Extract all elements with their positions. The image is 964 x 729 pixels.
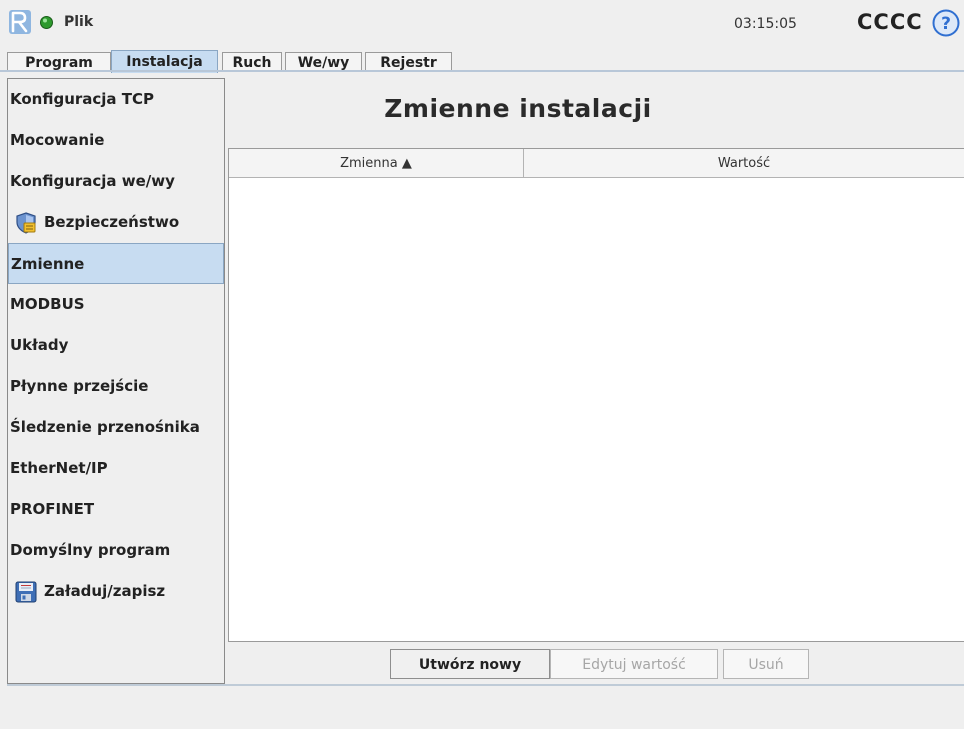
main-panel: Zmienne instalacji Zmienna ▲ Wartość Utw… — [228, 78, 964, 684]
tabs-divider — [0, 70, 964, 72]
top-bar: Plik 03:15:05 CCCC ? — [0, 0, 964, 48]
sidebar-item-konfiguracja-we-wy[interactable]: Konfiguracja we/wy — [8, 161, 224, 202]
clock: 03:15:05 — [734, 16, 797, 32]
sidebar-item-domyslny-program[interactable]: Domyślny program — [8, 530, 224, 571]
file-menu[interactable]: Plik — [64, 14, 93, 30]
column-header-wartosc[interactable]: Wartość — [524, 149, 964, 178]
tab-rejestr[interactable]: Rejestr — [365, 52, 452, 72]
edit-value-button[interactable]: Edytuj wartość — [550, 649, 718, 679]
delete-button[interactable]: Usuń — [723, 649, 809, 679]
tab-ruch[interactable]: Ruch — [222, 52, 282, 72]
tab-program[interactable]: Program — [7, 52, 111, 72]
sidebar-item-profinet[interactable]: PROFINET — [8, 489, 224, 530]
floppy-disk-icon — [15, 581, 37, 602]
sidebar-item-uklady[interactable]: Układy — [8, 325, 224, 366]
sidebar-item-sledzenie-przenosnika[interactable]: Śledzenie przenośnika — [8, 407, 224, 448]
create-new-button[interactable]: Utwórz nowy — [390, 649, 550, 679]
sidebar-item-plynne-przejscie[interactable]: Płynne przejście — [8, 366, 224, 407]
sidebar-item-label: Zmienne — [11, 255, 85, 273]
sidebar-item-label: EtherNet/IP — [10, 459, 108, 477]
robot-name: CCCC — [857, 10, 923, 34]
tab-we-wy[interactable]: We/wy — [285, 52, 362, 72]
help-icon[interactable]: ? — [932, 9, 960, 37]
sidebar-item-bezpieczenstwo[interactable]: Bezpieczeństwo — [8, 202, 224, 243]
page-title: Zmienne instalacji — [384, 94, 652, 123]
sidebar-item-label: PROFINET — [10, 500, 95, 518]
sidebar: Konfiguracja TCP Mocowanie Konfiguracja … — [7, 78, 225, 684]
sidebar-item-label: Płynne przejście — [10, 377, 149, 395]
column-header-zmienna[interactable]: Zmienna ▲ — [229, 149, 524, 178]
sidebar-item-label: Mocowanie — [10, 131, 105, 149]
sidebar-item-label: Załaduj/zapisz — [44, 582, 166, 600]
universal-robots-logo-icon — [9, 10, 31, 34]
sidebar-item-konfiguracja-tcp[interactable]: Konfiguracja TCP — [8, 79, 224, 120]
sidebar-item-modbus[interactable]: MODBUS — [8, 284, 224, 325]
sidebar-item-label: Bezpieczeństwo — [44, 213, 180, 231]
sidebar-item-ethernet-ip[interactable]: EtherNet/IP — [8, 448, 224, 489]
bottom-divider — [7, 684, 964, 686]
sidebar-item-label: Układy — [10, 336, 69, 354]
status-ok-icon — [40, 16, 53, 29]
sidebar-item-zaladuj-zapisz[interactable]: Załaduj/zapisz — [8, 571, 224, 612]
sidebar-item-label: Śledzenie przenośnika — [10, 418, 200, 436]
sidebar-item-label: Domyślny program — [10, 541, 171, 559]
shield-icon — [16, 211, 36, 234]
sidebar-item-label: Konfiguracja TCP — [10, 90, 155, 108]
sidebar-item-mocowanie[interactable]: Mocowanie — [8, 120, 224, 161]
sidebar-item-zmienne[interactable]: Zmienne — [8, 243, 224, 284]
variables-table: Zmienna ▲ Wartość — [228, 148, 964, 642]
sidebar-item-label: Konfiguracja we/wy — [10, 172, 175, 190]
svg-text:?: ? — [941, 14, 951, 34]
sidebar-item-label: MODBUS — [10, 295, 85, 313]
